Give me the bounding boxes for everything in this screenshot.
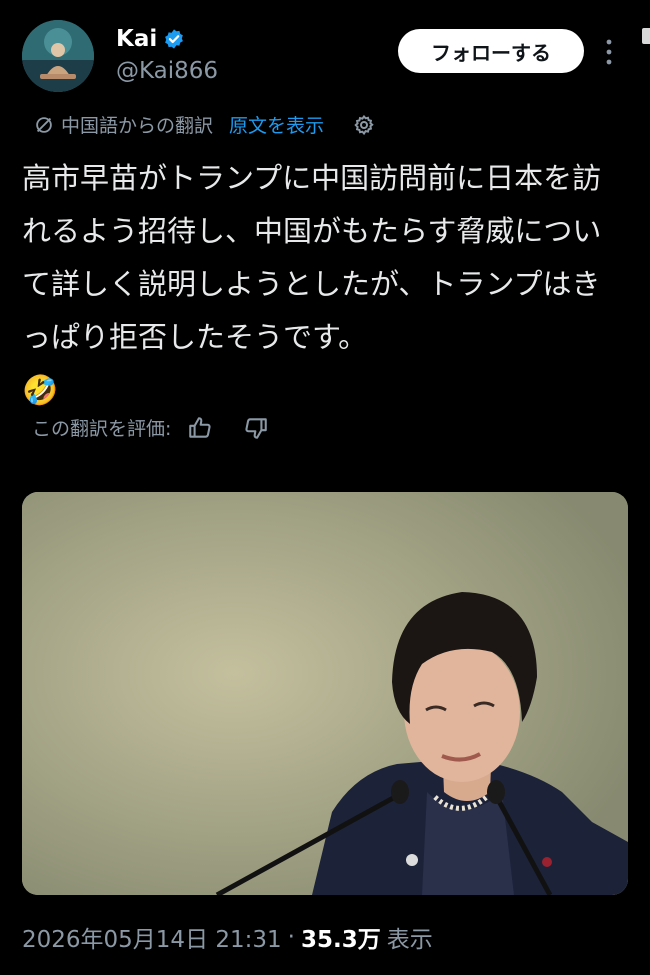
translation-source-label: 中国語からの翻訳 xyxy=(61,115,214,137)
more-vertical-icon[interactable] xyxy=(603,38,615,66)
views-label: 表示 xyxy=(386,927,433,953)
thumb-down-icon[interactable] xyxy=(243,415,269,441)
show-original-link[interactable]: 原文を表示 xyxy=(229,111,324,138)
user-handle[interactable]: @Kai866 xyxy=(116,58,218,84)
tweet-media-photo[interactable] xyxy=(22,492,628,895)
display-name[interactable]: Kai xyxy=(116,26,157,52)
rate-translation-row: この翻訳を評価: xyxy=(32,414,269,441)
avatar[interactable] xyxy=(22,20,94,92)
avatar-image xyxy=(22,20,94,92)
photo-image xyxy=(22,492,628,895)
tweet-meta-row: 2026年05月14日 21:31 · 35.3万 表示 xyxy=(22,920,433,954)
meta-separator: · xyxy=(287,924,295,950)
scrollbar[interactable] xyxy=(642,28,650,44)
translation-row: 中国語からの翻訳 原文を表示 xyxy=(33,111,376,138)
rate-translation-label: この翻訳を評価: xyxy=(32,418,172,440)
verified-badge-icon xyxy=(165,29,184,49)
gear-icon[interactable] xyxy=(352,113,376,137)
views-count: 35.3万 xyxy=(300,927,381,953)
follow-button[interactable]: フォローする xyxy=(398,29,584,73)
translate-icon xyxy=(36,116,52,133)
user-name-row[interactable]: Kai xyxy=(116,26,185,52)
tweet-timestamp[interactable]: 2026年05月14日 21:31 xyxy=(22,920,282,954)
thumb-up-icon[interactable] xyxy=(187,415,213,441)
tweet-text: 高市早苗がトランプに中国訪問前に日本を訪れるよう招待し、中国がもたらす脅威につい… xyxy=(22,161,602,407)
